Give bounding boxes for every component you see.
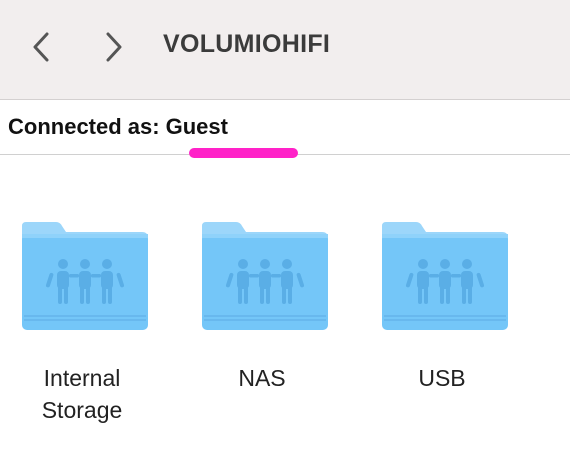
share-item-usb[interactable]: USB: [367, 220, 517, 394]
connection-bar: Connected as: Guest: [0, 100, 570, 155]
shared-folder-icon[interactable]: [374, 220, 510, 332]
window-title: VOLUMIOHIFI: [163, 30, 331, 58]
share-label: Internal Storage: [41, 365, 123, 423]
share-item-nas[interactable]: NAS: [187, 220, 337, 394]
toolbar: VOLUMIOHIFI: [0, 0, 570, 100]
connection-label: Connected as:: [8, 114, 160, 139]
forward-button[interactable]: [98, 28, 128, 66]
back-button[interactable]: [27, 28, 57, 66]
chevron-left-icon: [33, 32, 49, 62]
share-item-internal-storage[interactable]: Internal Storage: [7, 220, 157, 426]
shared-folder-icon[interactable]: [14, 220, 150, 332]
chevron-right-icon: [106, 32, 122, 62]
finder-window: VOLUMIOHIFI Connected as: Guest Internal…: [0, 0, 570, 462]
connection-status: Connected as: Guest: [8, 114, 228, 140]
connection-user: Guest: [165, 114, 228, 139]
share-label: NAS: [238, 365, 286, 391]
user-highlight-mark: [189, 148, 298, 158]
shared-folder-icon[interactable]: [194, 220, 330, 332]
share-label: USB: [418, 365, 466, 391]
